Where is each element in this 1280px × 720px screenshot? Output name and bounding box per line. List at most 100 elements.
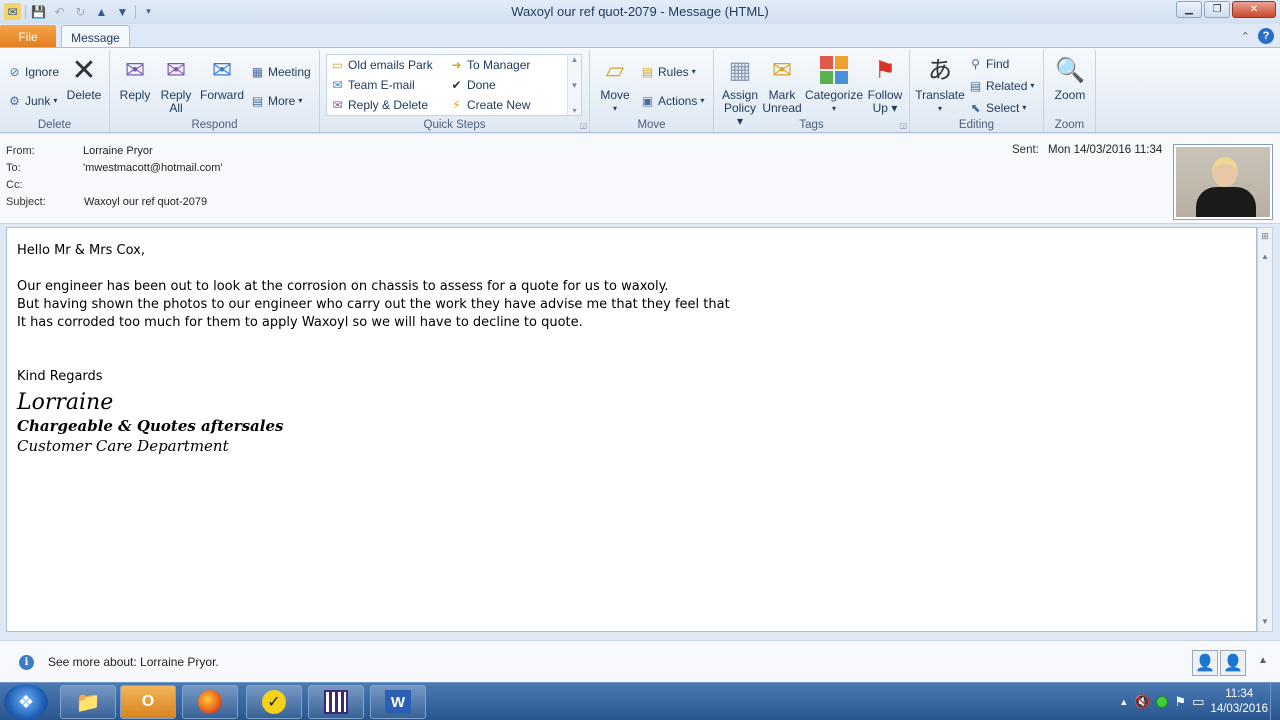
scroll-up-icon[interactable]: ▲ bbox=[571, 55, 579, 64]
find-button[interactable]: ⚲ Find bbox=[968, 56, 1009, 71]
to-value[interactable]: 'mwestmacott@hotmail.com' bbox=[83, 162, 222, 174]
status-green-icon[interactable] bbox=[1156, 696, 1169, 708]
find-label: Find bbox=[986, 56, 1010, 71]
mark-unread-button[interactable]: ✉ Mark Unread bbox=[762, 54, 802, 115]
see-more-about-text[interactable]: See more about: Lorraine Pryor. bbox=[48, 655, 219, 669]
body-scrollbar[interactable]: ⊞ ▲ ▼ bbox=[1257, 227, 1273, 632]
categorize-button[interactable]: Categorize ▾ bbox=[804, 54, 864, 115]
quickstep-label: Done bbox=[467, 77, 496, 92]
cc-label: Cc: bbox=[6, 179, 23, 191]
more-dropdown-icon: ▾ bbox=[298, 96, 303, 105]
scroll-up-arrow-icon[interactable]: ▲ bbox=[1259, 252, 1271, 264]
message-body[interactable]: Hello Mr & Mrs Cox, Our engineer has bee… bbox=[6, 227, 1257, 632]
ribbon: ⊘ Ignore ⚙ Junk ▾ ✕ Delete Delete ✉ Reply ✉ Re… bbox=[0, 47, 1280, 133]
actions-button[interactable]: ▣ Actions ▾ bbox=[640, 93, 705, 108]
quickstep-label: Team E-mail bbox=[348, 77, 415, 92]
scroll-down-icon[interactable]: ▼ bbox=[571, 81, 579, 90]
meeting-button[interactable]: ▦ Meeting bbox=[250, 64, 311, 79]
body-greeting: Hello Mr & Mrs Cox, bbox=[17, 243, 145, 258]
help-icon[interactable]: ? bbox=[1258, 28, 1274, 44]
restore-button[interactable]: ❐ bbox=[1204, 1, 1230, 18]
rules-button[interactable]: ▤ Rules ▾ bbox=[640, 64, 696, 79]
expand-people-pane-icon[interactable]: ▲ bbox=[1258, 655, 1268, 666]
mark-unread-label-2: Unread bbox=[762, 101, 802, 115]
tab-file[interactable]: File bbox=[0, 25, 56, 48]
sent-value: Mon 14/03/2016 11:34 bbox=[1048, 144, 1163, 156]
delete-button[interactable]: ✕ Delete bbox=[66, 54, 102, 102]
quickstep-label: Create New bbox=[467, 97, 531, 112]
select-button[interactable]: ⬉ Select ▾ bbox=[968, 100, 1026, 115]
zoom-button[interactable]: 🔍 Zoom bbox=[1052, 54, 1088, 102]
quickstep-done[interactable]: ✔ Done bbox=[449, 77, 496, 92]
scroll-down-arrow-icon[interactable]: ▼ bbox=[1259, 617, 1271, 629]
related-button[interactable]: ▤ Related ▾ bbox=[968, 78, 1035, 93]
taskbar-word[interactable]: W bbox=[370, 685, 426, 719]
ignore-button[interactable]: ⊘ Ignore bbox=[7, 64, 59, 79]
more-button[interactable]: ▤ More ▾ bbox=[250, 93, 303, 108]
outlook-icon: O bbox=[141, 693, 155, 710]
show-hidden-icons-icon[interactable]: ▲ bbox=[1119, 697, 1128, 707]
group-delete: ⊘ Ignore ⚙ Junk ▾ ✕ Delete Delete bbox=[0, 50, 110, 132]
taskbar-firefox[interactable] bbox=[182, 685, 238, 719]
group-label-delete: Delete bbox=[37, 119, 72, 131]
close-button[interactable]: ✕ bbox=[1232, 1, 1276, 18]
taskbar-outlook[interactable]: O bbox=[120, 685, 176, 719]
assign-policy-button[interactable]: ▦ Assign Policy ▾ bbox=[720, 54, 760, 128]
forward-button[interactable]: ✉ Forward bbox=[200, 54, 244, 102]
clock[interactable]: 11:34 14/03/2016 bbox=[1210, 687, 1268, 717]
quickstep-create-new[interactable]: ⚡ Create New bbox=[449, 97, 530, 112]
person-icon[interactable]: 👤 bbox=[1220, 650, 1246, 676]
categorize-icon bbox=[819, 54, 849, 86]
taskbar-calculator-app[interactable] bbox=[308, 685, 364, 719]
quickstep-old-emails-park[interactable]: ▭ Old emails Park bbox=[330, 57, 433, 72]
scrollbar-split-icon[interactable]: ⊞ bbox=[1259, 231, 1271, 249]
select-cursor-icon: ⬉ bbox=[970, 100, 981, 115]
clock-date: 14/03/2016 bbox=[1210, 703, 1268, 715]
start-button[interactable]: ❖ bbox=[4, 684, 48, 720]
junk-button[interactable]: ⚙ Junk ▾ bbox=[7, 93, 57, 108]
ribbon-tabs: File Message ⌃ ? bbox=[0, 24, 1280, 49]
reply-all-button[interactable]: ✉ Reply All bbox=[158, 54, 194, 115]
show-desktop-button[interactable] bbox=[1270, 683, 1280, 720]
taskbar-norton[interactable]: ✓ bbox=[246, 685, 302, 719]
group-label-move: Move bbox=[637, 119, 666, 131]
quickstep-label: Reply & Delete bbox=[348, 97, 429, 112]
ribbon-tab-controls: ⌃ ? bbox=[1241, 28, 1274, 44]
quickstep-reply-delete[interactable]: ✉ Reply & Delete bbox=[330, 97, 428, 112]
quickstep-to-manager[interactable]: ➜ To Manager bbox=[449, 57, 530, 72]
find-binoculars-icon: ⚲ bbox=[971, 56, 980, 71]
minimize-ribbon-icon[interactable]: ⌃ bbox=[1241, 30, 1250, 43]
follow-up-label-2: Up bbox=[872, 101, 888, 115]
action-center-flag-icon[interactable]: ⚑ bbox=[1174, 694, 1186, 710]
signature-department: Customer Care Department bbox=[17, 437, 229, 455]
reply-all-label-2: All bbox=[169, 101, 183, 115]
quick-steps-scroll[interactable]: ▲ ▼ ▾ bbox=[567, 55, 581, 115]
person-icon[interactable]: 👤 bbox=[1192, 650, 1218, 676]
move-button[interactable]: ▱ Move ▾ bbox=[598, 54, 632, 115]
follow-up-button[interactable]: ⚑ Follow Up ▾ bbox=[864, 54, 906, 115]
folder-move-icon: ▭ bbox=[331, 57, 344, 72]
reply-button[interactable]: ✉ Reply bbox=[118, 54, 152, 102]
minimize-button[interactable]: ▁ bbox=[1176, 1, 1202, 18]
body-line: Our engineer has been out to look at the… bbox=[17, 279, 669, 294]
team-email-icon: ✉ bbox=[332, 77, 343, 92]
related-dropdown-icon: ▾ bbox=[1030, 81, 1035, 90]
body-closing: Kind Regards bbox=[17, 369, 103, 384]
translate-button[interactable]: あ Translate ▾ bbox=[914, 54, 966, 115]
translate-icon: あ bbox=[928, 56, 952, 84]
junk-icon: ⚙ bbox=[9, 93, 20, 108]
quickstep-team-email[interactable]: ✉ Team E-mail bbox=[330, 77, 415, 92]
sender-photo[interactable] bbox=[1173, 144, 1273, 220]
taskbar-explorer[interactable]: 📁 bbox=[60, 685, 116, 719]
signature-title: Chargeable & Quotes aftersales bbox=[17, 417, 284, 435]
from-value[interactable]: Lorraine Pryor bbox=[83, 145, 153, 157]
group-editing: あ Translate ▾ ⚲ Find ▤ Related ▾ ⬉ Select ▾ Edi… bbox=[910, 50, 1044, 132]
select-label: Select bbox=[986, 100, 1020, 115]
network-icon[interactable]: ▭ bbox=[1192, 694, 1204, 710]
expand-gallery-icon[interactable]: ▾ bbox=[572, 106, 576, 115]
forward-arrow-icon: ➜ bbox=[451, 57, 462, 72]
volume-muted-icon[interactable]: 🔇 bbox=[1134, 694, 1150, 710]
tab-message[interactable]: Message bbox=[61, 25, 130, 49]
group-respond: ✉ Reply ✉ Reply All ✉ Forward ▦ Meeting ▤ More… bbox=[110, 50, 320, 132]
move-folder-icon: ▱ bbox=[605, 56, 625, 84]
